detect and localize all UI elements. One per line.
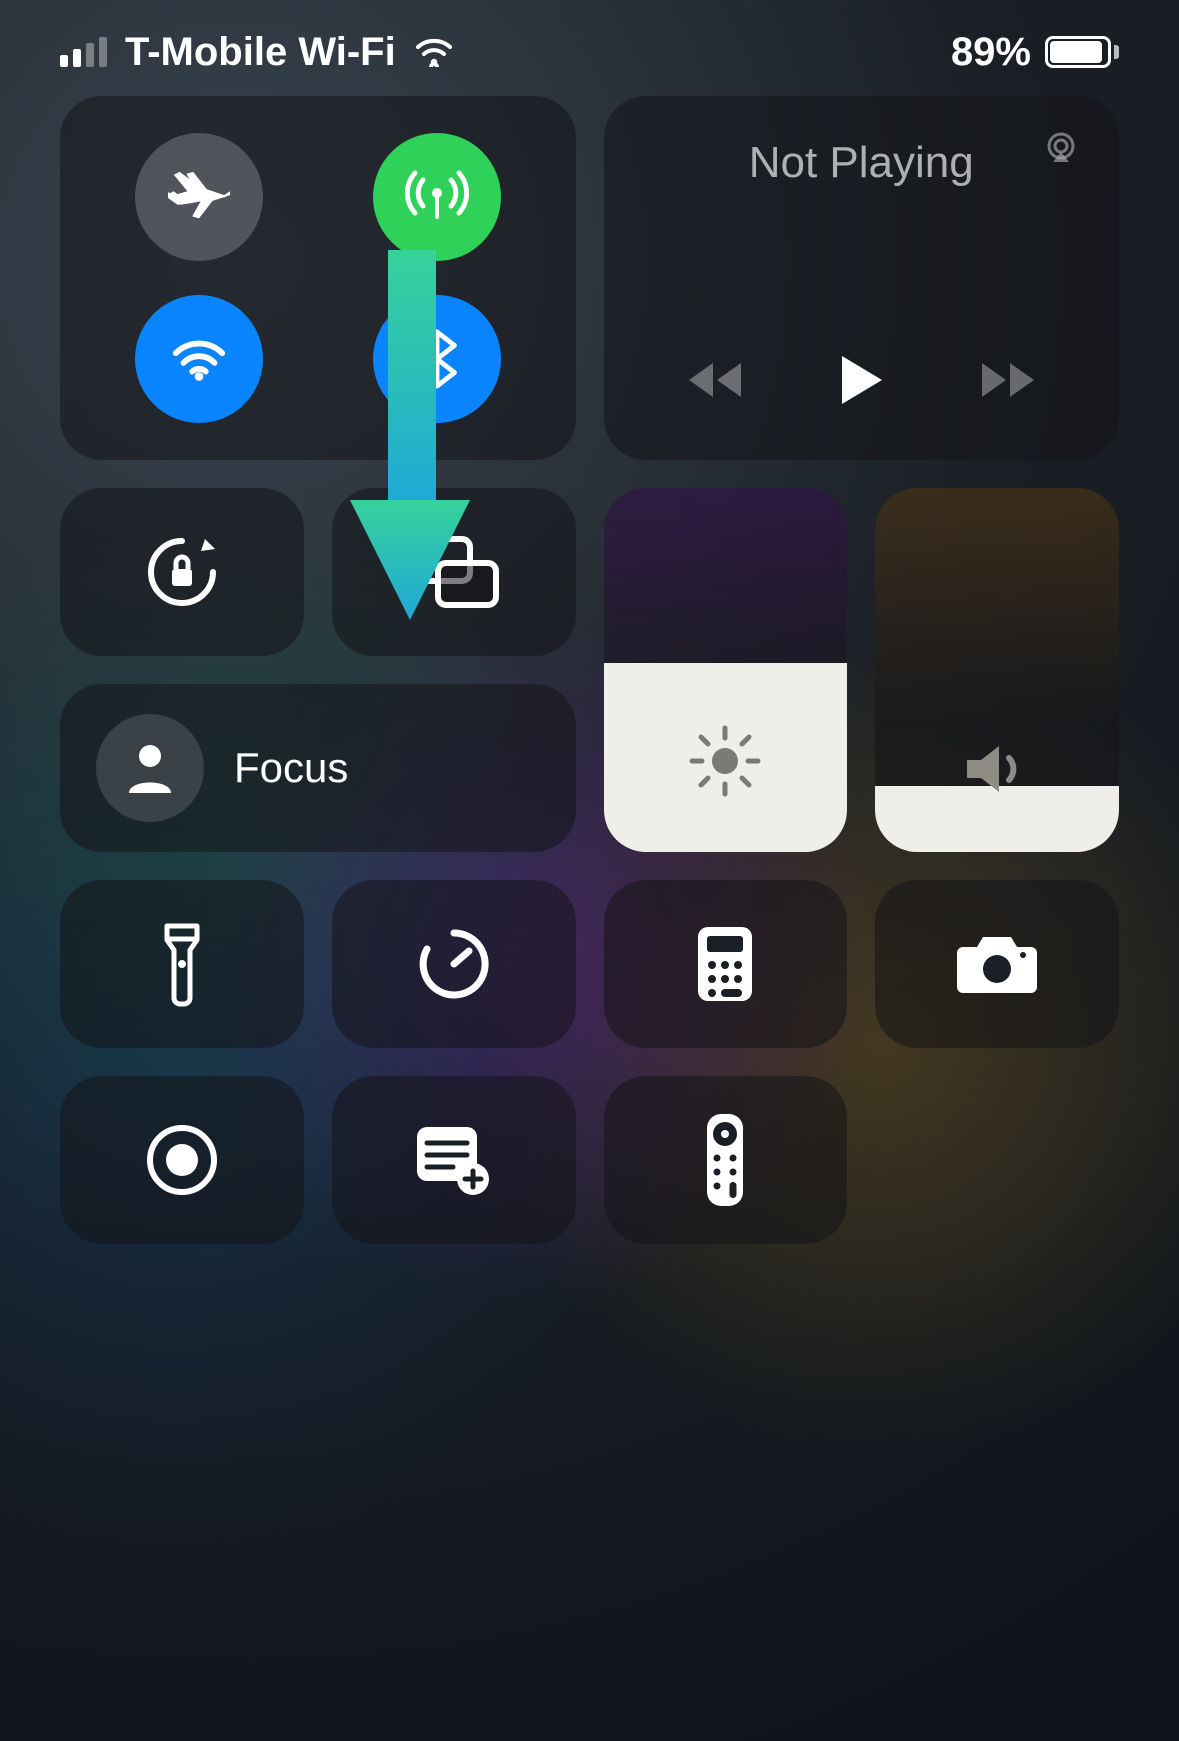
status-bar: T-Mobile Wi-Fi 89% bbox=[0, 0, 1179, 96]
volume-slider[interactable] bbox=[875, 488, 1119, 852]
focus-label: Focus bbox=[234, 744, 348, 792]
airplane-mode-toggle[interactable] bbox=[135, 133, 263, 261]
status-bar-left: T-Mobile Wi-Fi bbox=[60, 30, 454, 75]
airplane-icon bbox=[168, 166, 230, 228]
carrier-label: T-Mobile Wi-Fi bbox=[125, 30, 396, 75]
calculator-icon bbox=[694, 923, 756, 1005]
status-bar-right: 89% bbox=[951, 30, 1119, 75]
control-center-grid: Not Playing Foc bbox=[0, 96, 1179, 1244]
speaker-icon bbox=[961, 738, 1033, 800]
rewind-button[interactable] bbox=[683, 357, 745, 403]
quick-note-tile[interactable] bbox=[332, 1076, 576, 1244]
connectivity-panel[interactable] bbox=[60, 96, 576, 460]
focus-tile[interactable]: Focus bbox=[60, 684, 576, 852]
wifi-toggle[interactable] bbox=[135, 295, 263, 423]
sun-icon bbox=[686, 722, 764, 800]
timer-icon bbox=[415, 925, 493, 1003]
cellular-signal-icon bbox=[60, 37, 107, 67]
screen-mirroring-icon bbox=[406, 533, 502, 611]
screen-mirroring-tile[interactable] bbox=[332, 488, 576, 656]
cellular-data-toggle[interactable] bbox=[373, 133, 501, 261]
calculator-tile[interactable] bbox=[604, 880, 848, 1048]
battery-percent-label: 89% bbox=[951, 30, 1031, 75]
cellular-antenna-icon bbox=[405, 165, 469, 229]
brightness-slider[interactable] bbox=[604, 488, 848, 852]
media-panel[interactable]: Not Playing bbox=[604, 96, 1120, 460]
apple-tv-remote-tile[interactable] bbox=[604, 1076, 848, 1244]
record-icon bbox=[143, 1121, 221, 1199]
remote-icon bbox=[703, 1110, 747, 1210]
battery-icon bbox=[1045, 36, 1119, 68]
media-controls bbox=[683, 352, 1040, 408]
wifi-icon bbox=[414, 37, 454, 67]
camera-tile[interactable] bbox=[875, 880, 1119, 1048]
bluetooth-toggle[interactable] bbox=[373, 295, 501, 423]
media-title: Not Playing bbox=[749, 138, 974, 188]
play-button[interactable] bbox=[836, 352, 886, 408]
flashlight-icon bbox=[159, 920, 205, 1008]
person-icon bbox=[125, 741, 175, 795]
airplay-icon bbox=[1039, 128, 1083, 172]
wifi-icon bbox=[168, 328, 230, 390]
flashlight-tile[interactable] bbox=[60, 880, 304, 1048]
bluetooth-icon bbox=[417, 328, 457, 390]
orientation-lock-tile[interactable] bbox=[60, 488, 304, 656]
timer-tile[interactable] bbox=[332, 880, 576, 1048]
screen-record-tile[interactable] bbox=[60, 1076, 304, 1244]
quick-note-icon bbox=[411, 1121, 497, 1199]
focus-icon-wrap bbox=[96, 714, 204, 822]
orientation-lock-icon bbox=[141, 531, 223, 613]
fast-forward-button[interactable] bbox=[978, 357, 1040, 403]
camera-icon bbox=[953, 931, 1041, 997]
